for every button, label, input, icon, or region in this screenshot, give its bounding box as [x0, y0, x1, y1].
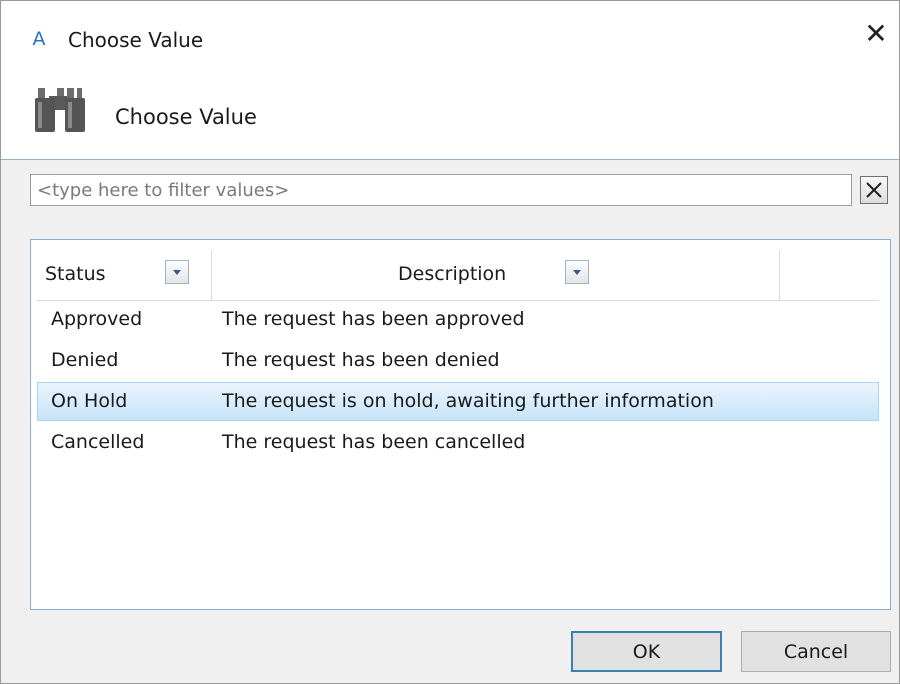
column-header-label: Status	[45, 263, 106, 285]
clear-filter-button[interactable]	[860, 176, 888, 204]
table-row[interactable]: Approved The request has been approved	[37, 300, 879, 339]
values-grid: Status Description Approved The request …	[30, 239, 891, 610]
clear-filter-icon	[866, 182, 882, 198]
choose-value-dialog: A Choose Value ✕ Choose Value Statu	[0, 0, 900, 684]
ok-button[interactable]: OK	[571, 631, 722, 672]
description-cell: The request has been approved	[222, 308, 525, 330]
column-header-description[interactable]: Description	[212, 250, 780, 300]
cancel-button[interactable]: Cancel	[741, 631, 891, 672]
description-cell: The request has been cancelled	[222, 431, 526, 453]
description-filter-dropdown-button[interactable]	[565, 260, 589, 284]
dialog-header: Choose Value	[1, 77, 899, 160]
status-cell: Approved	[51, 308, 143, 330]
close-button[interactable]: ✕	[853, 11, 899, 57]
table-row[interactable]: Denied The request has been denied	[37, 341, 879, 380]
status-cell: On Hold	[51, 390, 128, 412]
window-title: Choose Value	[68, 28, 204, 52]
status-cell: Denied	[51, 349, 119, 371]
close-icon: ✕	[864, 17, 888, 50]
description-cell: The request has been denied	[222, 349, 500, 371]
app-icon: A	[32, 28, 46, 50]
table-row[interactable]: Cancelled The request has been cancelled	[37, 423, 879, 462]
column-header-label: Description	[398, 263, 507, 285]
header-title: Choose Value	[115, 105, 257, 129]
title-bar: A Choose Value ✕	[1, 1, 899, 77]
binoculars-icon	[35, 88, 85, 132]
status-cell: Cancelled	[51, 431, 145, 453]
filter-input[interactable]	[30, 174, 852, 206]
table-row-selected[interactable]: On Hold The request is on hold, awaiting…	[37, 382, 879, 421]
column-header-status[interactable]: Status	[37, 250, 212, 300]
grid-header: Status Description	[37, 250, 879, 301]
status-filter-dropdown-button[interactable]	[165, 260, 189, 284]
description-cell: The request is on hold, awaiting further…	[222, 390, 714, 412]
